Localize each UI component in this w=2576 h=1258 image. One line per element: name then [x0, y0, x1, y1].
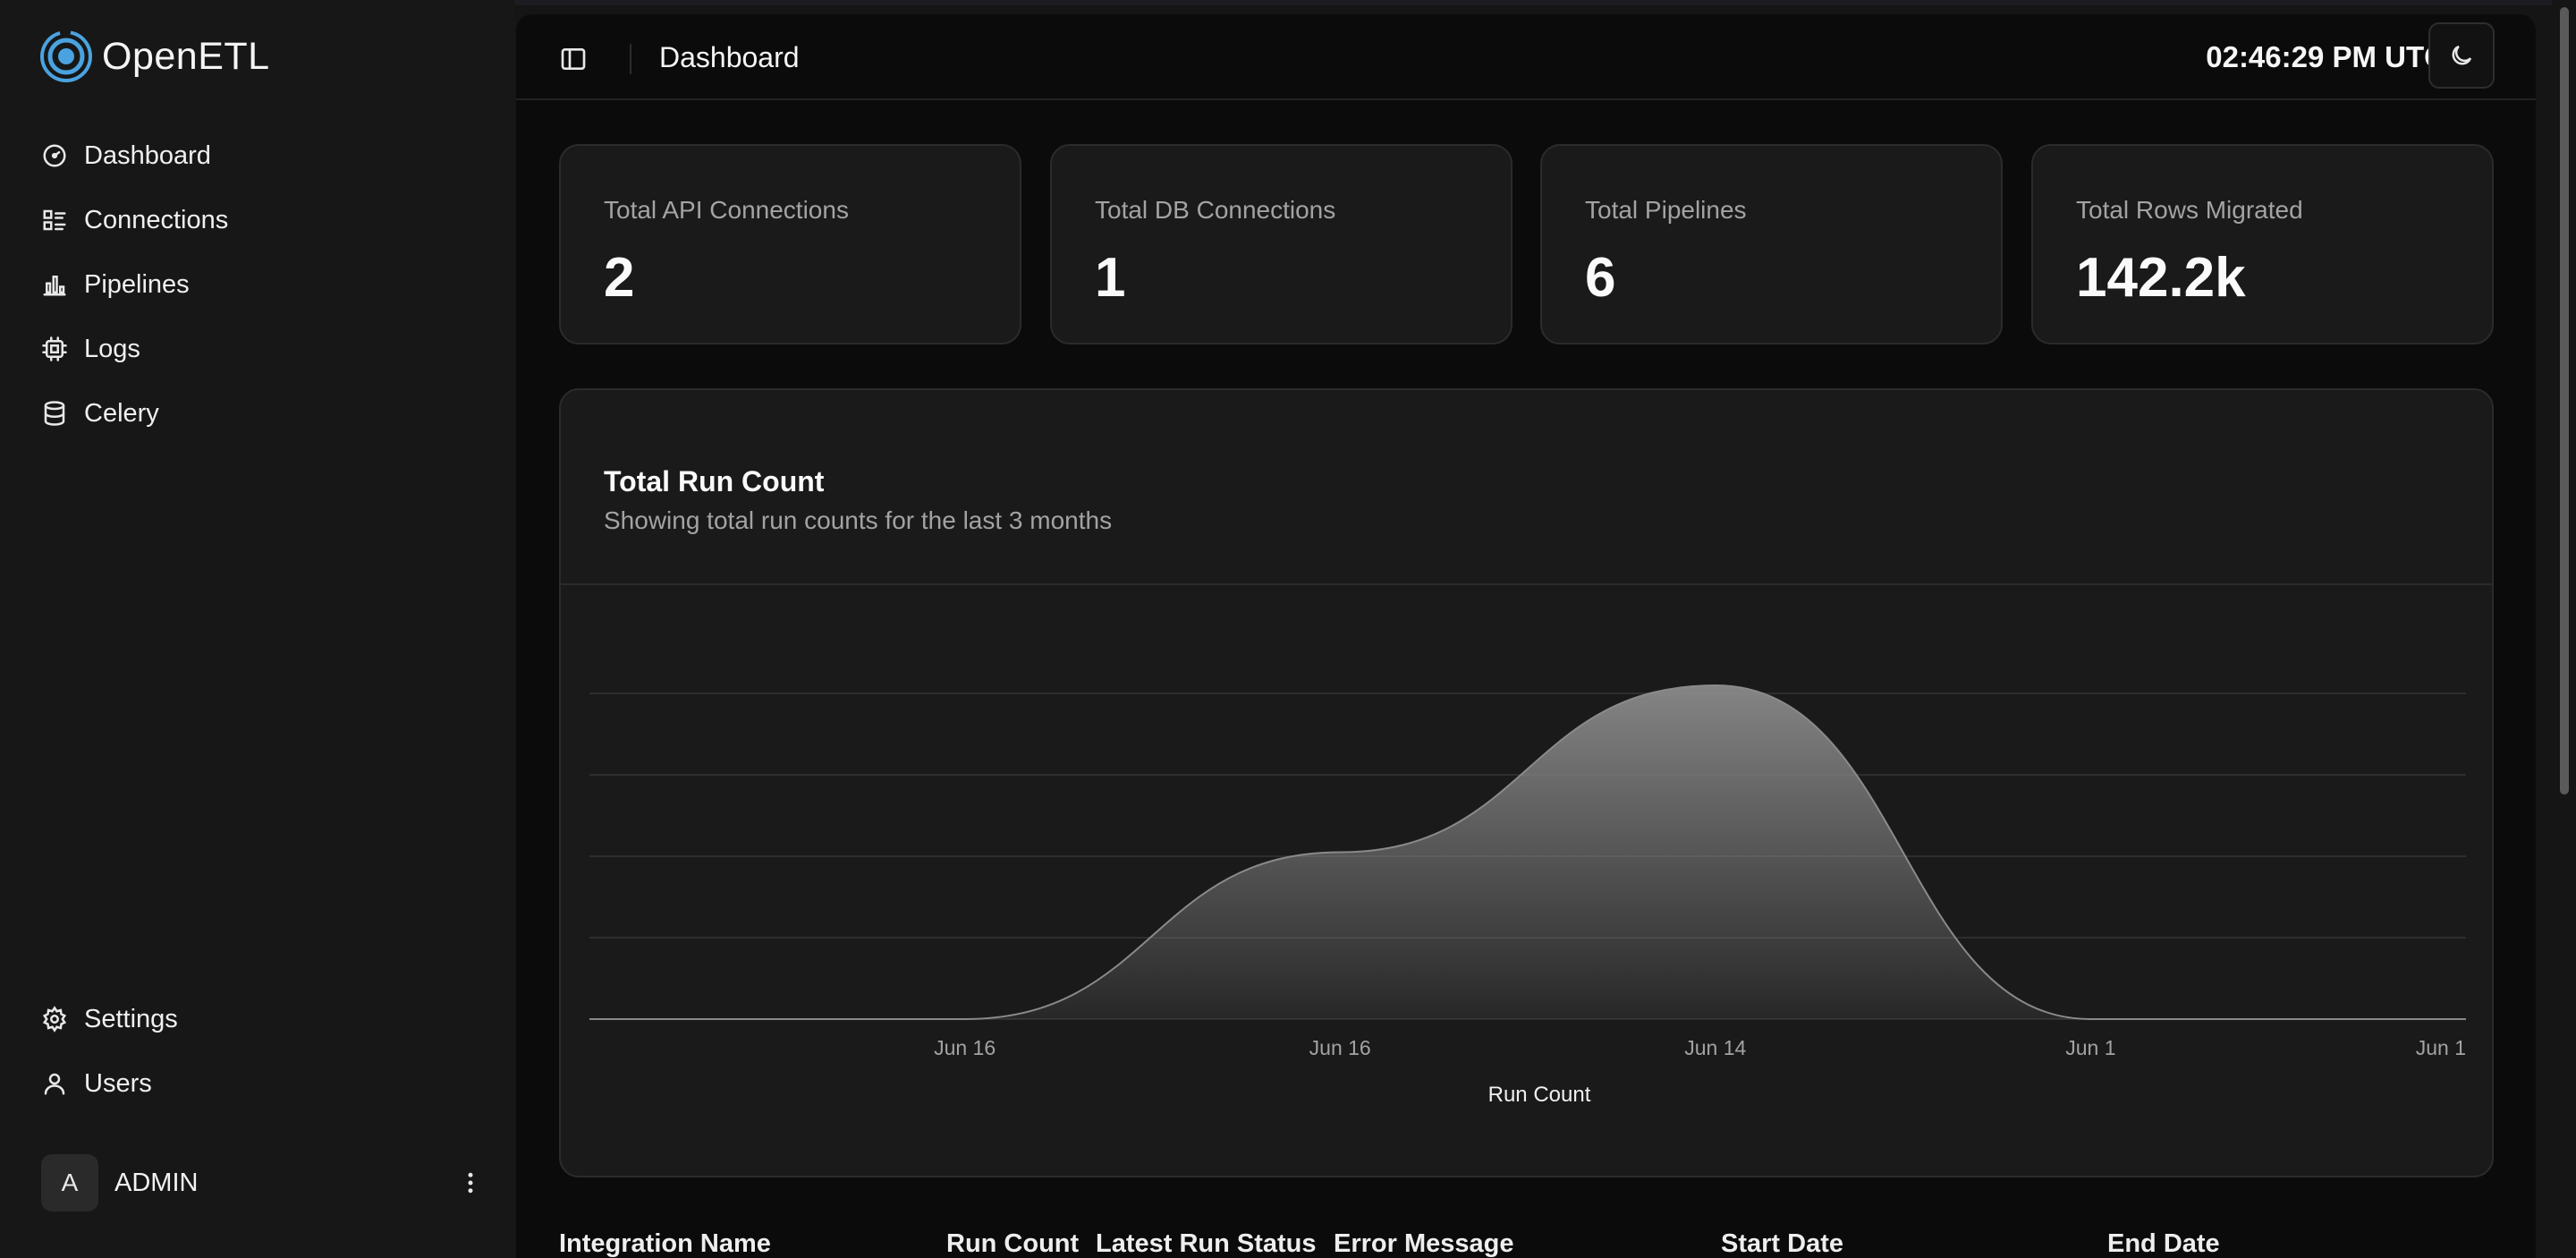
chart-area-layer — [589, 684, 2466, 1020]
stat-card-pipelines: Total Pipelines 6 — [1540, 144, 2003, 344]
column-header[interactable]: Error Message — [1334, 1229, 1514, 1258]
more-vertical-icon[interactable] — [453, 1165, 488, 1201]
column-header[interactable]: End Date — [2107, 1229, 2220, 1258]
stat-card-rows-migrated: Total Rows Migrated 142.2k — [2031, 144, 2494, 344]
page-title: Dashboard — [659, 41, 800, 73]
stat-value: 1 — [1095, 247, 1126, 309]
sidebar-item-label: Celery — [84, 398, 159, 428]
x-tick-label: Jun 16 — [1309, 1036, 1371, 1059]
stat-card-db-connections: Total DB Connections 1 — [1050, 144, 1513, 344]
column-header[interactable]: Start Date — [1721, 1229, 1843, 1258]
panel-left-icon — [561, 48, 586, 70]
sidebar-item-connections[interactable]: Connections — [41, 188, 488, 252]
sidebar-item-celery[interactable]: Celery — [41, 381, 488, 446]
bar-chart-icon — [43, 276, 66, 296]
x-tick-label: Jun 1 — [2065, 1036, 2115, 1059]
stat-label: Total Pipelines — [1585, 196, 1747, 224]
sidebar: OpenETL Dashboard Connections Pipelines … — [0, 0, 515, 1258]
user-icon — [44, 1073, 65, 1095]
sidebar-nav: Dashboard Connections Pipelines Logs Cel… — [41, 123, 488, 446]
stat-card-api-connections: Total API Connections 2 — [559, 144, 1021, 344]
stat-value: 6 — [1585, 247, 1616, 309]
stat-label: Total DB Connections — [1095, 196, 1336, 224]
database-icon — [44, 401, 65, 426]
brand[interactable]: OpenETL — [39, 27, 270, 86]
gauge-icon — [43, 144, 66, 167]
list-icon — [43, 209, 66, 231]
x-tick-label: Jun 1 — [2416, 1036, 2466, 1059]
sidebar-item-label: Settings — [84, 1004, 178, 1033]
column-header[interactable]: Run Count — [946, 1229, 1079, 1258]
sidebar-item-label: Connections — [84, 205, 229, 234]
sidebar-item-pipelines[interactable]: Pipelines — [41, 252, 488, 317]
avatar: A — [41, 1154, 98, 1211]
column-header[interactable]: Latest Run Status — [1096, 1229, 1317, 1258]
stat-label: Total Rows Migrated — [2076, 196, 2303, 224]
x-tick-label: Jun 14 — [1684, 1036, 1746, 1059]
stat-value: 2 — [604, 247, 635, 309]
sidebar-item-label: Logs — [84, 334, 140, 363]
gear-icon — [42, 1006, 67, 1033]
sidebar-item-dashboard[interactable]: Dashboard — [41, 123, 488, 188]
app-root: OpenETL Dashboard Connections Pipelines … — [0, 0, 2576, 1258]
run-count-chart-card: Total Run Count Showing total run counts… — [559, 388, 2494, 1177]
area-series-run-count[interactable] — [589, 685, 2466, 1019]
moon-icon — [2452, 45, 2472, 65]
theme-toggle-button[interactable] — [2428, 22, 2495, 89]
column-header[interactable]: Integration Name — [559, 1229, 771, 1258]
openetl-logo-icon — [40, 30, 92, 82]
sidebar-item-users[interactable]: Users — [41, 1051, 488, 1116]
sidebar-bottom-nav: Settings Users — [41, 987, 488, 1116]
runs-table-header: Integration Name Run Count Latest Run St… — [559, 1222, 2494, 1258]
user-profile[interactable]: A ADMIN — [41, 1153, 488, 1212]
header: Dashboard 02:46:29 PM UTC — [516, 14, 2536, 100]
sidebar-item-logs[interactable]: Logs — [41, 317, 488, 381]
header-divider — [630, 44, 631, 74]
main-panel: Dashboard 02:46:29 PM UTC Total API Conn… — [516, 14, 2536, 1258]
sidebar-item-label: Dashboard — [84, 140, 211, 170]
user-name: ADMIN — [114, 1168, 199, 1197]
sidebar-item-label: Pipelines — [84, 269, 190, 299]
sidebar-toggle-button[interactable] — [555, 41, 591, 77]
run-count-area-chart[interactable]: Jun 16 Jun 16 Jun 14 Jun 1 Jun 1 Run Count — [561, 390, 2494, 1177]
scrollbar-thumb[interactable] — [2560, 7, 2569, 795]
clock: 02:46:29 PM UTC — [2206, 40, 2445, 73]
stat-value: 142.2k — [2076, 247, 2246, 309]
sidebar-item-label: Users — [84, 1068, 152, 1098]
sidebar-item-settings[interactable]: Settings — [41, 987, 488, 1051]
chart-legend: Run Count — [1488, 1083, 1591, 1107]
stat-label: Total API Connections — [604, 196, 849, 224]
chart-x-axis: Jun 16 Jun 16 Jun 14 Jun 1 Jun 1 — [934, 1036, 2466, 1059]
chip-icon — [42, 336, 67, 361]
x-tick-label: Jun 16 — [934, 1036, 996, 1059]
brand-name: OpenETL — [102, 34, 270, 78]
